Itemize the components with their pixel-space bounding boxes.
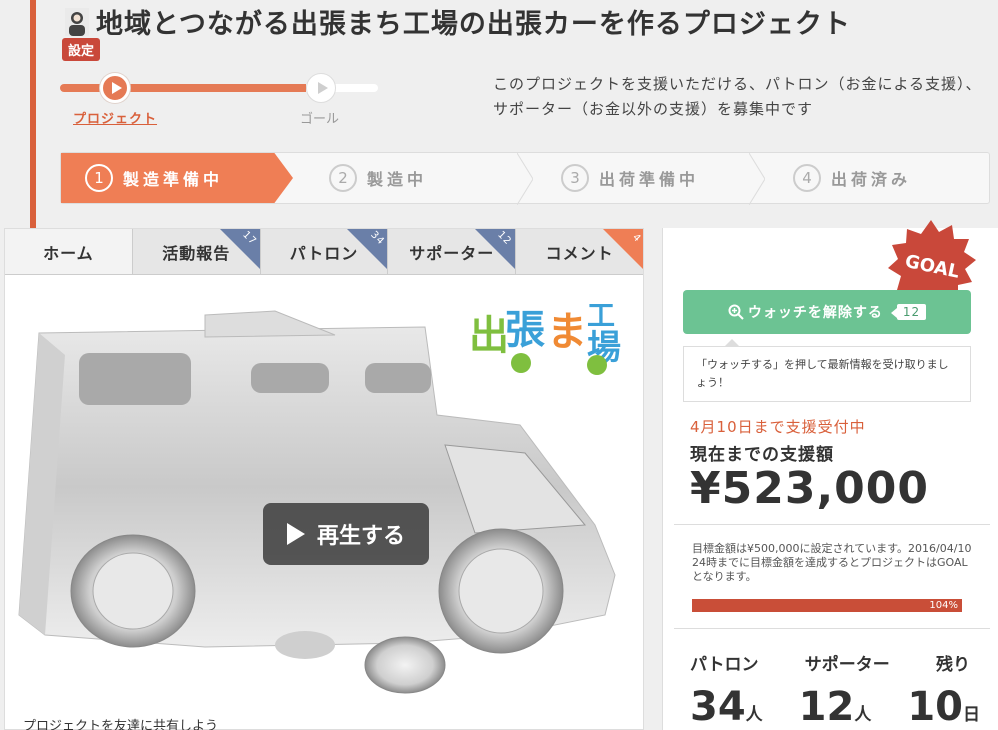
- unwatch-label: ウォッチを解除する: [747, 305, 883, 321]
- play-video-button[interactable]: 再生する: [263, 503, 429, 565]
- stat-remaining-value: 10: [907, 684, 963, 730]
- goal-note: 目標金額は¥500,000に設定されています。2016/04/10 24時までに…: [692, 542, 972, 583]
- stat-supporters: 12人: [799, 684, 872, 730]
- svg-text:張: 張: [505, 307, 545, 353]
- accent-bar: [30, 0, 36, 228]
- tab-patrons[interactable]: パトロン 34: [260, 229, 389, 274]
- tab-count-badge: 17: [219, 229, 260, 269]
- stage-label: 製造中: [367, 170, 428, 189]
- svg-text:ま: ま: [547, 309, 587, 355]
- raised-amount: ¥523,000: [690, 463, 930, 514]
- user-avatar-icon: [65, 7, 89, 36]
- unwatch-button[interactable]: ウォッチを解除する 12: [683, 290, 971, 334]
- stage-bar: 1 製造準備中 2 製造中 3 出荷準備中 4 出荷済み: [60, 152, 990, 205]
- project-video[interactable]: 出 張 ま 工 場 再生する: [5, 275, 643, 699]
- funding-ratio-label: 104%: [929, 600, 958, 611]
- page-title: 地域とつながる出張まち工場の出張カーを作るプロジェクト: [96, 9, 851, 40]
- watch-count: 12: [890, 304, 927, 320]
- tab-count-badge: 4: [602, 229, 643, 269]
- stats-values: 34人 12人 10日: [690, 684, 980, 730]
- divider: [674, 524, 990, 525]
- stage-label: 製造準備中: [123, 170, 224, 189]
- tab-bar: ホーム 活動報告 17 パトロン 34 サポーター 12 コメント 4: [5, 229, 643, 275]
- tab-count-badge: 12: [475, 229, 516, 269]
- tab-supporters[interactable]: サポーター 12: [388, 229, 517, 274]
- play-icon: [111, 82, 122, 94]
- stage-number: 3: [561, 164, 589, 192]
- stage-2: 2 製造中: [293, 153, 533, 205]
- raised-label: 現在までの支援額: [690, 445, 834, 465]
- project-progress: プロジェクト ゴール: [60, 70, 390, 130]
- main-panel: ホーム 活動報告 17 パトロン 34 サポーター 12 コメント 4 出 張 …: [4, 228, 644, 730]
- stage-label: 出荷準備中: [599, 170, 700, 189]
- stat-patrons-value: 34: [690, 684, 746, 730]
- stage-number: 1: [85, 164, 113, 192]
- tab-count-badge: 34: [347, 229, 388, 269]
- stat-remaining: 10日: [907, 684, 980, 730]
- stage-4: 4 出荷済み: [757, 153, 989, 203]
- settings-badge[interactable]: 設定: [62, 38, 101, 61]
- play-icon: [286, 523, 305, 545]
- progress-label-goal: ゴール: [300, 112, 340, 127]
- stage-3: 3 出荷準備中: [525, 153, 765, 205]
- stat-label-remaining: 残り: [935, 655, 970, 675]
- tab-home[interactable]: ホーム: [5, 229, 133, 274]
- stat-patrons-unit: 人: [745, 705, 763, 725]
- project-logo: 出 張 ま 工 場: [465, 285, 641, 375]
- divider: [674, 628, 990, 629]
- progress-fill: [60, 84, 306, 92]
- stat-patrons: 34人: [690, 684, 763, 730]
- tab-label: ホーム: [43, 243, 94, 263]
- stats-labels: パトロン サポーター 残り: [690, 650, 970, 675]
- tab-activity-reports[interactable]: 活動報告 17: [132, 229, 261, 274]
- intro-text: このプロジェクトを支援いただける、パトロン（お金による支援）、サポーター（お金以…: [493, 75, 982, 118]
- stage-number: 4: [793, 164, 821, 192]
- progress-label-project[interactable]: プロジェクト: [73, 108, 157, 127]
- stat-remaining-unit: 日: [962, 705, 980, 725]
- tab-comments[interactable]: コメント 4: [516, 229, 643, 274]
- share-heading: プロジェクトを友達に共有しよう: [23, 719, 219, 730]
- progress-node-project: [100, 73, 130, 103]
- svg-text:出: 出: [469, 313, 509, 359]
- stat-supporters-value: 12: [798, 684, 855, 730]
- stat-label-supporters: サポーター: [804, 655, 890, 675]
- stat-label-patrons: パトロン: [690, 655, 759, 675]
- search-plus-icon: [728, 304, 744, 320]
- play-icon: [317, 82, 328, 94]
- stage-1: 1 製造準備中: [61, 153, 293, 203]
- deadline-text: 4月10日まで支援受付中: [690, 418, 866, 436]
- watch-tooltip: 「ウォッチする」を押して最新情報を受け取りましょう！: [683, 339, 971, 402]
- stage-number: 2: [329, 164, 357, 192]
- stat-supporters-unit: 人: [854, 705, 872, 725]
- title-row: 地域とつながる出張まち工場の出張カーを作るプロジェクト: [62, 2, 851, 41]
- stage-label: 出荷済み: [831, 170, 912, 189]
- progress-node-goal: [306, 73, 336, 103]
- funding-ratio-bar: 104%: [692, 599, 962, 612]
- play-label: 再生する: [316, 524, 405, 549]
